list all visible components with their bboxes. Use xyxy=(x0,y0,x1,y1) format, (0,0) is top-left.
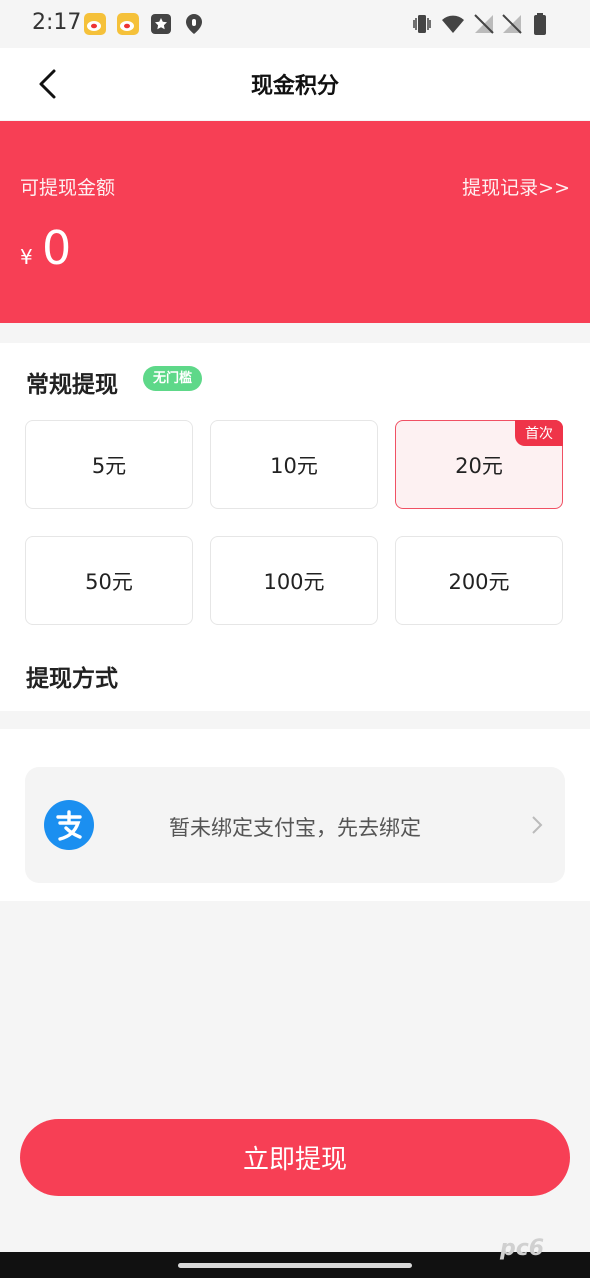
withdraw-records-link[interactable]: 提现记录>> xyxy=(462,173,570,200)
amount-option-20[interactable]: 20元 首次 xyxy=(395,420,563,509)
bind-alipay-row[interactable]: 暂未绑定支付宝，先去绑定 xyxy=(25,767,565,883)
withdraw-options-card: 常规提现 无门槛 5元 10元 20元 首次 50元 100元 200元 提现方… xyxy=(0,343,590,711)
status-time: 2:17 xyxy=(32,10,82,35)
star-badge-icon xyxy=(151,14,171,34)
bind-alipay-text: 暂未绑定支付宝，先去绑定 xyxy=(169,816,421,840)
weibo-icon xyxy=(117,13,139,35)
option-label: 50元 xyxy=(85,569,133,594)
option-label: 20元 xyxy=(455,453,503,478)
no-signal-icon xyxy=(474,14,494,34)
option-label: 100元 xyxy=(263,569,325,594)
status-bar: 2:17 xyxy=(0,0,590,48)
amount-option-200[interactable]: 200元 xyxy=(395,536,563,625)
amount-option-10[interactable]: 10元 xyxy=(210,420,378,509)
no-signal-icon xyxy=(502,14,522,34)
withdraw-now-button[interactable]: 立即提现 xyxy=(20,1119,570,1196)
page-title: 现金积分 xyxy=(250,74,339,99)
weibo-icon xyxy=(84,13,106,35)
balance-banner: 可提现金额 提现记录>> ¥ 0 xyxy=(0,121,590,323)
withdraw-method-card: 暂未绑定支付宝，先去绑定 xyxy=(0,729,590,901)
watermark: pc6 xyxy=(500,1236,545,1261)
top-nav-bar: 现金积分 xyxy=(0,48,590,120)
no-threshold-tag: 无门槛 xyxy=(143,366,203,391)
chevron-right-icon xyxy=(532,816,543,834)
first-time-badge: 首次 xyxy=(515,420,563,446)
withdraw-method-title: 提现方式 xyxy=(26,666,118,692)
option-label: 10元 xyxy=(270,453,318,478)
balance-amount: 0 xyxy=(42,221,72,275)
option-label: 5元 xyxy=(91,453,127,478)
wifi-icon xyxy=(442,15,464,33)
amount-option-5[interactable]: 5元 xyxy=(25,420,193,509)
withdrawable-label: 可提现金额 xyxy=(20,177,116,199)
home-indicator[interactable] xyxy=(178,1263,412,1268)
amount-option-100[interactable]: 100元 xyxy=(210,536,378,625)
option-label: 200元 xyxy=(448,569,510,594)
battery-icon xyxy=(534,13,546,35)
vibrate-icon xyxy=(413,15,431,33)
location-shield-icon xyxy=(186,14,202,34)
amount-option-50[interactable]: 50元 xyxy=(25,536,193,625)
currency-symbol: ¥ xyxy=(20,245,33,269)
regular-withdraw-title: 常规提现 xyxy=(26,372,118,398)
